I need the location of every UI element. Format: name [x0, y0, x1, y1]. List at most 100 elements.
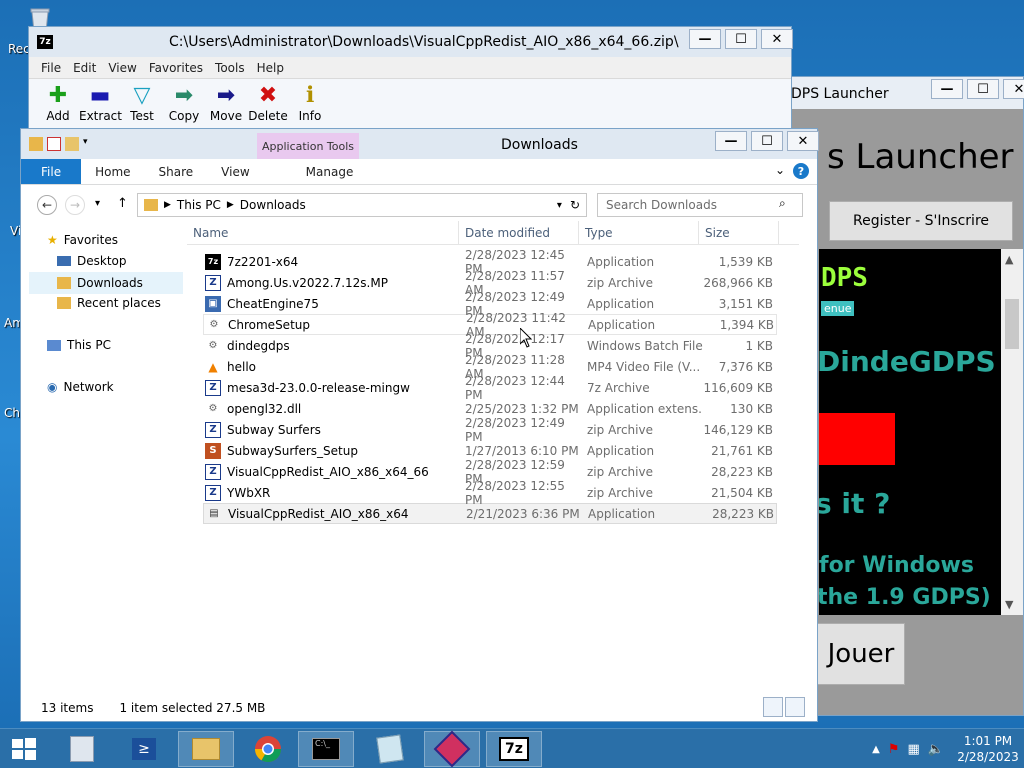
tab-share[interactable]: Share: [145, 159, 208, 184]
file-size: 146,129 KB: [703, 422, 773, 437]
command-prompt-icon[interactable]: C:\_: [298, 731, 354, 767]
file-type: zip Archive: [587, 464, 653, 479]
play-button[interactable]: Jouer: [817, 623, 905, 685]
file-date: 2/28/2023 12:55 PM: [465, 478, 565, 507]
menu-help[interactable]: Help: [251, 57, 290, 78]
file-row[interactable]: Z Subway Surfers 2/28/2023 12:49 PM zip Arc…: [203, 416, 777, 444]
clock-time: 1:01 PM: [963, 734, 1013, 748]
menu-view[interactable]: View: [102, 57, 142, 78]
test-button[interactable]: ▽ Test: [121, 83, 163, 123]
folder-icon[interactable]: [29, 137, 43, 151]
add-button[interactable]: ✚ Add: [37, 83, 79, 123]
scroll-down-icon[interactable]: ▼: [1005, 598, 1013, 611]
what-is-it-heading: s it ?: [819, 487, 891, 520]
customize-qat-icon[interactable]: ▾: [83, 137, 97, 151]
large-icons-view-icon[interactable]: [785, 697, 805, 717]
sevenzip-menubar: File Edit View Favorites Tools Help: [29, 57, 791, 79]
nav-network[interactable]: ◉ Network: [47, 380, 114, 394]
chrome-icon[interactable]: [240, 731, 296, 767]
recent-locations-icon[interactable]: ▾: [95, 198, 100, 209]
nav-desktop[interactable]: Desktop: [57, 254, 127, 268]
forward-button[interactable]: →: [65, 195, 85, 215]
maximize-button[interactable]: ☐: [725, 29, 757, 49]
expand-ribbon-icon[interactable]: ⌄: [775, 163, 785, 179]
move-button[interactable]: ➡ Move: [205, 83, 247, 123]
address-bar[interactable]: ▶ This PC ▶ Downloads ▾ ↻: [137, 193, 587, 217]
volume-icon[interactable]: 🔈: [928, 742, 944, 757]
copy-button[interactable]: ➡ Copy: [163, 83, 205, 123]
downloads-folder-icon: [57, 277, 71, 289]
column-type[interactable]: Type: [579, 221, 699, 244]
delete-button[interactable]: ✖ Delete: [247, 83, 289, 123]
maximize-button[interactable]: ☐: [967, 79, 999, 99]
menu-tools[interactable]: Tools: [209, 57, 251, 78]
search-icon[interactable]: ⌕: [779, 196, 786, 211]
minimize-button[interactable]: —: [689, 29, 721, 49]
launcher-taskbar-icon[interactable]: [424, 730, 480, 768]
refresh-icon[interactable]: ↻: [570, 198, 580, 212]
status-bar: 13 items 1 item selected 27.5 MB: [41, 701, 265, 715]
clock[interactable]: 1:01 PM 2/28/2023: [952, 733, 1024, 765]
menu-file[interactable]: File: [35, 57, 67, 78]
tab-manage[interactable]: Manage: [264, 159, 368, 184]
column-name[interactable]: Name: [187, 221, 459, 244]
show-hidden-icons-icon[interactable]: ▲: [872, 744, 880, 755]
star-icon: ★: [47, 233, 58, 247]
minimize-button[interactable]: —: [931, 79, 963, 99]
minimize-button[interactable]: —: [715, 131, 747, 151]
address-dropdown-icon[interactable]: ▾: [557, 200, 562, 211]
up-button[interactable]: ↑: [117, 196, 128, 211]
tab-file[interactable]: File: [21, 159, 82, 184]
server-manager-icon[interactable]: [54, 731, 110, 767]
breadcrumb-thispc[interactable]: This PC: [177, 198, 221, 212]
maximize-button[interactable]: ☐: [751, 131, 783, 151]
sevenzip-taskbar-icon[interactable]: 7z: [486, 731, 542, 767]
file-row-selected[interactable]: ▤ VisualCppRedist_AIO_x86_x64 2/21/2023 6:…: [203, 503, 777, 524]
menu-edit[interactable]: Edit: [67, 57, 102, 78]
tab-view[interactable]: View: [207, 159, 263, 184]
nav-favorites[interactable]: ★ Favorites: [47, 233, 118, 247]
new-folder-icon[interactable]: [65, 137, 79, 151]
file-name: hello: [227, 359, 256, 374]
back-button[interactable]: ←: [37, 195, 57, 215]
explorer-titlebar[interactable]: ▾ Application Tools Downloads — ☐ ✕: [21, 129, 819, 159]
network-tray-icon[interactable]: ▦: [908, 742, 920, 757]
file-size: 268,966 KB: [703, 275, 773, 290]
file-size: 1,394 KB: [719, 317, 774, 332]
file-name: VisualCppRedist_AIO_x86_x64: [228, 506, 409, 521]
launcher-scrollbar[interactable]: ▲ ▼: [1001, 249, 1023, 615]
column-size[interactable]: Size: [699, 221, 779, 244]
file-row[interactable]: Z YWbXR 2/28/2023 12:55 PM zip Archive 21,50…: [203, 479, 777, 507]
menu-favorites[interactable]: Favorites: [143, 57, 209, 78]
desktop-label-ch: Ch: [4, 406, 20, 420]
action-center-icon[interactable]: ⚑: [888, 742, 900, 757]
scroll-thumb[interactable]: [1005, 299, 1019, 349]
close-button[interactable]: ✕: [1003, 79, 1024, 99]
file-list: 7z 7z2201-x64 2/28/2023 12:45 PM Applicatio…: [203, 248, 777, 524]
properties-icon[interactable]: [47, 137, 61, 151]
start-button[interactable]: [0, 731, 48, 767]
notepad-icon[interactable]: [362, 731, 418, 767]
close-button[interactable]: ✕: [761, 29, 793, 49]
file-date: 2/28/2023 12:44 PM: [465, 373, 565, 402]
details-view-icon[interactable]: [763, 697, 783, 717]
close-button[interactable]: ✕: [787, 131, 819, 151]
tab-home[interactable]: Home: [81, 159, 144, 184]
recent-places-icon: [57, 297, 71, 309]
search-input[interactable]: Search Downloads: [597, 193, 803, 217]
launcher-titlebar[interactable]: DPS Launcher — ☐ ✕: [787, 77, 1024, 109]
extract-button[interactable]: ▬ Extract: [79, 83, 122, 123]
info-button[interactable]: ℹ Info: [289, 83, 331, 123]
nav-recent-places[interactable]: Recent places: [57, 296, 161, 310]
nav-downloads[interactable]: Downloads: [29, 272, 183, 294]
help-icon[interactable]: ?: [793, 163, 809, 179]
column-date-modified[interactable]: Date modified: [459, 221, 579, 244]
nav-this-pc[interactable]: This PC: [47, 338, 111, 352]
powershell-icon[interactable]: ≥: [116, 731, 172, 767]
register-button[interactable]: Register - S'Inscrire: [829, 201, 1013, 241]
file-row[interactable]: Zmesa3d-23.0.0-release-mingw 2/28/2023 12…: [203, 374, 777, 402]
sevenzip-titlebar[interactable]: 7z C:\Users\Administrator\Downloads\Visu…: [29, 27, 793, 57]
breadcrumb-downloads[interactable]: Downloads: [240, 198, 306, 212]
file-explorer-icon[interactable]: [178, 731, 234, 767]
scroll-up-icon[interactable]: ▲: [1005, 253, 1013, 266]
